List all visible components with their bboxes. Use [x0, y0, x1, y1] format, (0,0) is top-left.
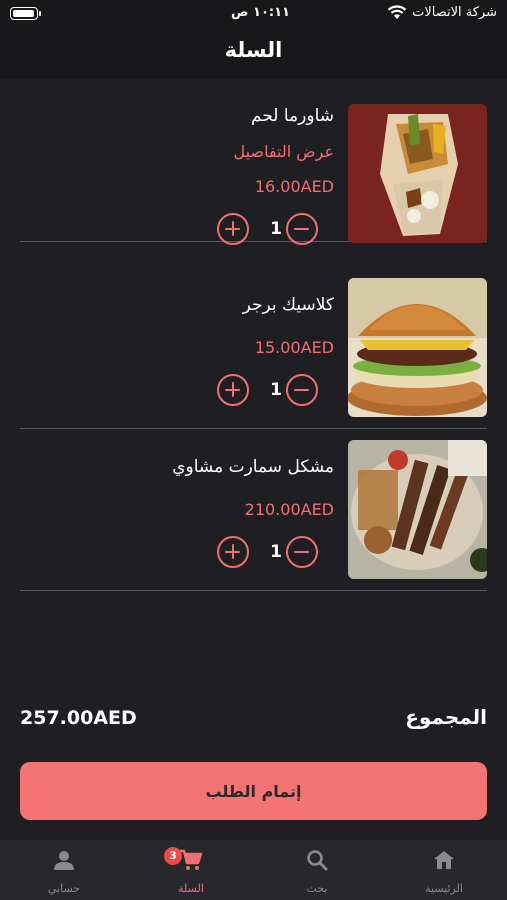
tab-label: السلة: [178, 882, 204, 895]
item-price: 16.00AED: [254, 177, 334, 196]
person-icon: [54, 851, 74, 870]
decrease-quantity-button[interactable]: [286, 536, 318, 568]
cart-count-badge: 3: [164, 847, 182, 865]
page-header: السلة: [0, 28, 507, 78]
burger-image: [348, 278, 487, 417]
item-name: شاورما لحم: [251, 106, 334, 126]
page-title: السلة: [224, 38, 283, 62]
tab-label: بحث: [306, 882, 328, 895]
status-bar: شركة الاتصالات ١٠:١١ ص: [0, 0, 507, 28]
item-price: 210.00AED: [244, 500, 334, 519]
wifi-icon: [387, 5, 407, 19]
search-icon: [307, 850, 328, 871]
increase-quantity-button[interactable]: [217, 213, 249, 245]
shawarma-image: [348, 104, 487, 243]
tab-cart[interactable]: السلة: [141, 840, 241, 900]
increase-quantity-button[interactable]: [217, 536, 249, 568]
decrease-quantity-button[interactable]: [286, 374, 318, 406]
quantity-value: 1: [270, 542, 282, 562]
tab-search[interactable]: بحث: [267, 840, 367, 900]
total-label: المجموع: [405, 705, 487, 729]
tab-label: الرئيسية: [425, 882, 463, 895]
item-name: كلاسيك برجر: [242, 295, 334, 315]
cart-item: كلاسيك برجر 15.00AED 1: [20, 267, 487, 429]
clock: ١٠:١١ ص: [231, 5, 290, 20]
battery-tip: [39, 11, 41, 16]
tab-account[interactable]: حسابي: [14, 840, 114, 900]
item-name: مشكل سمارت مشاوي: [172, 457, 334, 477]
view-details-link[interactable]: عرض التفاصيل: [234, 142, 334, 161]
tab-bar: الرئيسية بحث السلة حسابي: [0, 840, 507, 900]
quantity-value: 1: [270, 380, 282, 400]
cart-icon: [180, 849, 203, 870]
mixed-grill-image: [348, 440, 487, 579]
quantity-value: 1: [270, 219, 282, 239]
item-price: 15.00AED: [254, 338, 334, 357]
carrier-name: شركة الاتصالات: [412, 5, 497, 20]
total-value: 257.00AED: [20, 707, 137, 729]
tab-label: حسابي: [47, 882, 81, 895]
decrease-quantity-button[interactable]: [286, 213, 318, 245]
increase-quantity-button[interactable]: [217, 374, 249, 406]
cart-item: مشكل سمارت مشاوي 210.00AED 1: [20, 429, 487, 591]
checkout-button[interactable]: إتمام الطلب: [20, 762, 487, 820]
tab-home[interactable]: الرئيسية: [394, 840, 494, 900]
burger-photo: [348, 278, 487, 417]
mixed-grill-photo: [348, 440, 487, 579]
home-icon: [434, 851, 454, 869]
battery-icon: [10, 7, 38, 20]
cart-item: شاورما لحم عرض التفاصيل 16.00AED 1: [20, 80, 487, 245]
shawarma-photo: [348, 104, 487, 243]
